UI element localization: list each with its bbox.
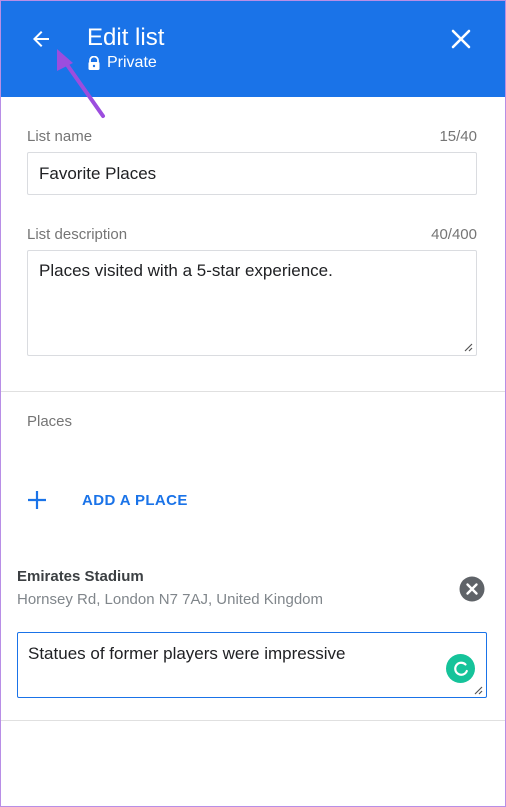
add-place-button[interactable]: ADD A PLACE [23, 485, 188, 515]
add-place-label: ADD A PLACE [82, 491, 188, 509]
page-title: Edit list [87, 24, 165, 51]
plus-icon [23, 486, 51, 514]
section-divider [1, 720, 505, 721]
remove-circle-icon[interactable] [459, 576, 485, 602]
privacy-label: Private [107, 54, 157, 71]
back-button[interactable] [23, 21, 59, 57]
close-button[interactable] [443, 21, 479, 57]
places-section-title: Places [27, 413, 73, 430]
resize-handle-icon[interactable] [473, 685, 483, 695]
list-description-input[interactable]: Places visited with a 5-star experience. [27, 250, 477, 356]
list-description-label: List description [27, 226, 128, 243]
section-divider [1, 391, 505, 392]
place-note-input[interactable]: Statues of former players were impressiv… [17, 632, 487, 698]
header-bar: Edit list Private [1, 1, 505, 97]
list-name-counter: 15/40 [439, 128, 477, 145]
list-name-label: List name [27, 128, 93, 145]
edit-list-panel: Edit list Private List name 15/40 List d… [0, 0, 506, 807]
grammarly-icon [453, 661, 468, 676]
place-name: Emirates Stadium [17, 568, 144, 585]
list-description-counter: 40/400 [431, 226, 477, 243]
lock-icon [88, 56, 100, 70]
list-description-value: Places visited with a 5-star experience. [39, 261, 333, 280]
place-address: Hornsey Rd, London N7 7AJ, United Kingdo… [17, 591, 324, 608]
privacy-status: Private [88, 54, 157, 72]
place-note-value: Statues of former players were impressiv… [28, 644, 346, 663]
grammarly-button[interactable] [446, 654, 475, 683]
close-icon [451, 29, 471, 49]
list-name-input[interactable] [27, 152, 477, 195]
arrow-left-icon [33, 31, 49, 47]
resize-handle-icon[interactable] [463, 342, 473, 352]
